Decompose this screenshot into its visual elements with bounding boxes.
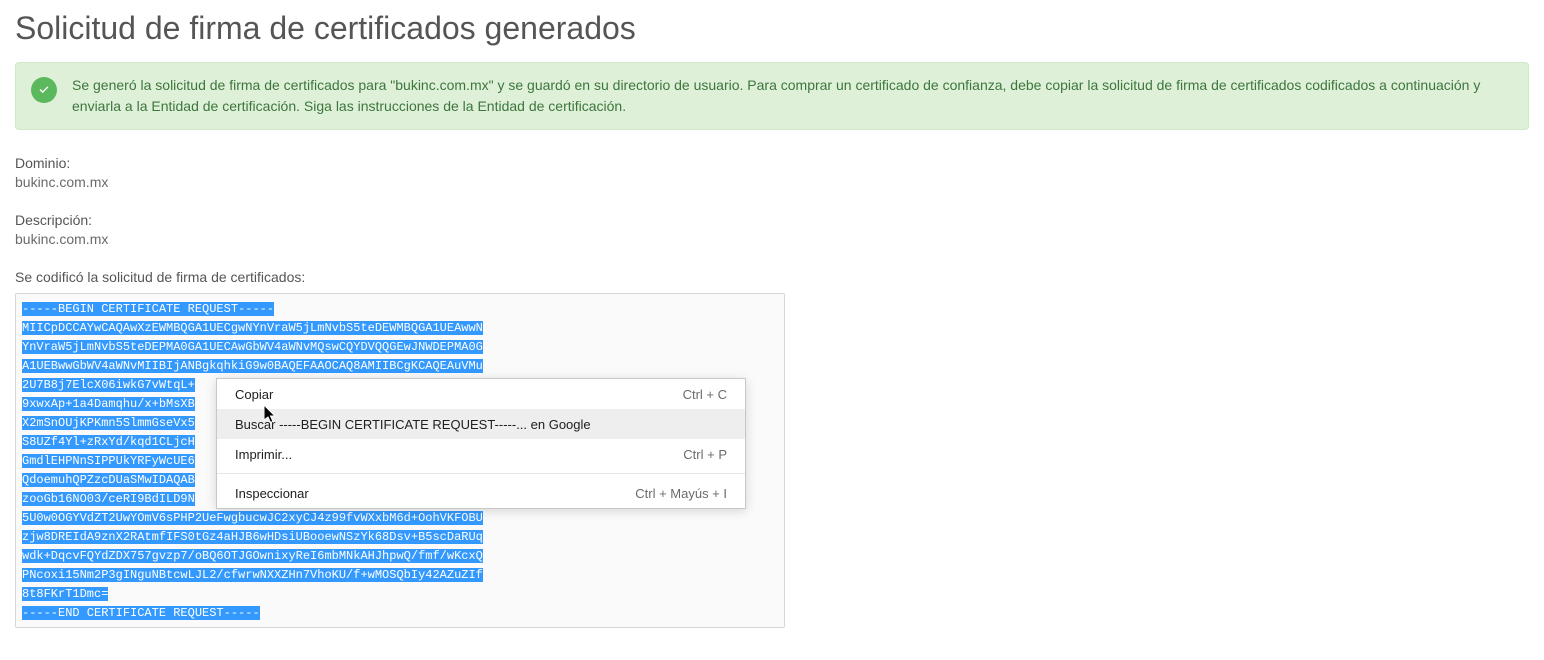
description-value: bukinc.com.mx xyxy=(15,231,1529,247)
context-menu-item-label: Buscar -----BEGIN CERTIFICATE REQUEST---… xyxy=(235,417,591,432)
context-menu-item-label: Inspeccionar xyxy=(235,486,309,501)
csr-label: Se codificó la solicitud de firma de cer… xyxy=(15,269,1529,285)
csr-textarea[interactable]: -----BEGIN CERTIFICATE REQUEST----- MIIC… xyxy=(15,293,785,628)
description-label: Descripción: xyxy=(15,212,1529,228)
domain-value: bukinc.com.mx xyxy=(15,174,1529,190)
success-alert: Se generó la solicitud de firma de certi… xyxy=(15,62,1529,130)
description-field: Descripción: bukinc.com.mx xyxy=(15,212,1529,247)
context-menu-item-label: Imprimir... xyxy=(235,447,292,462)
context-menu-item-shortcut: Ctrl + C xyxy=(683,387,727,402)
context-menu-print[interactable]: Imprimir... Ctrl + P xyxy=(217,439,745,469)
context-menu-item-shortcut: Ctrl + P xyxy=(683,447,727,462)
context-menu-item-label: Copiar xyxy=(235,387,273,402)
context-menu: Copiar Ctrl + C Buscar -----BEGIN CERTIF… xyxy=(216,378,746,509)
check-circle-icon xyxy=(31,77,57,103)
csr-field: Se codificó la solicitud de firma de cer… xyxy=(15,269,1529,628)
context-menu-item-shortcut: Ctrl + Mayús + I xyxy=(635,486,727,501)
context-menu-divider xyxy=(217,473,745,474)
domain-label: Dominio: xyxy=(15,155,1529,171)
context-menu-search-google[interactable]: Buscar -----BEGIN CERTIFICATE REQUEST---… xyxy=(217,409,745,439)
domain-field: Dominio: bukinc.com.mx xyxy=(15,155,1529,190)
context-menu-inspect[interactable]: Inspeccionar Ctrl + Mayús + I xyxy=(217,478,745,508)
context-menu-copy[interactable]: Copiar Ctrl + C xyxy=(217,379,745,409)
alert-message: Se generó la solicitud de firma de certi… xyxy=(72,75,1513,117)
page-title: Solicitud de firma de certificados gener… xyxy=(15,10,1529,47)
